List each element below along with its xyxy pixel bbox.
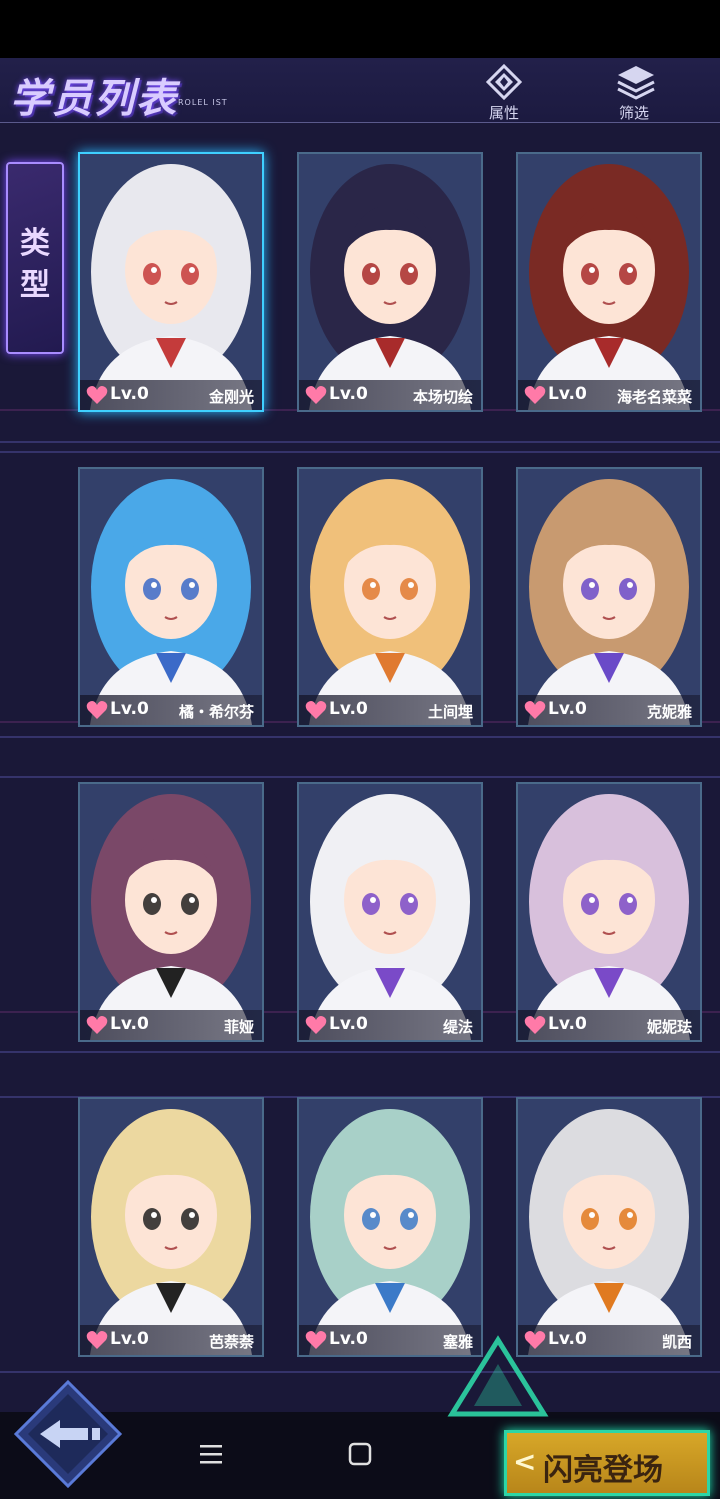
student-card-info-bar: Lv.0 缇法 (299, 1010, 481, 1040)
student-level: Lv.0 (329, 1329, 368, 1349)
student-level: Lv.0 (110, 1014, 149, 1034)
student-card[interactable]: Lv.0 金刚光 (78, 152, 264, 412)
student-card[interactable]: Lv.0 橘・希尔芬 (78, 467, 264, 727)
heart-icon (524, 386, 546, 404)
student-name: 金刚光 (208, 388, 254, 406)
student-card[interactable]: Lv.0 凯西 (516, 1097, 702, 1357)
student-name: 芭萘萘 (208, 1333, 254, 1351)
student-card[interactable]: Lv.0 克妮雅 (516, 467, 702, 727)
flash-debut-label: 闪亮登场 (543, 1453, 663, 1488)
glow-triangle-decoration (447, 1335, 549, 1417)
student-level: Lv.0 (329, 1014, 368, 1034)
student-level: Lv.0 (548, 699, 587, 719)
student-card[interactable]: Lv.0 塞雅 (297, 1097, 483, 1357)
heart-icon (524, 1016, 546, 1034)
page-title: 学员列表 (10, 76, 178, 122)
student-level: Lv.0 (329, 384, 368, 404)
filter-button[interactable]: 筛选 (604, 62, 664, 122)
heart-icon (86, 1331, 108, 1349)
student-name: 橘・希尔芬 (178, 703, 254, 721)
student-card[interactable]: Lv.0 菲娅 (78, 782, 264, 1042)
student-card[interactable]: Lv.0 缇法 (297, 782, 483, 1042)
type-tab-char-2: 型 (20, 268, 50, 303)
heart-icon (524, 701, 546, 719)
filter-label: 筛选 (618, 104, 649, 122)
student-portrait (299, 469, 481, 725)
student-level: Lv.0 (110, 1329, 149, 1349)
student-portrait (518, 154, 700, 410)
student-portrait (80, 154, 262, 410)
student-card[interactable]: Lv.0 海老名菜菜 (516, 152, 702, 412)
heart-icon (305, 1331, 327, 1349)
student-level: Lv.0 (548, 1329, 587, 1349)
recent-apps-icon[interactable] (198, 1442, 224, 1466)
student-portrait (518, 784, 700, 1040)
student-name: 凯西 (661, 1333, 692, 1351)
chevron-left-icon: < (513, 1445, 537, 1478)
student-portrait (80, 1099, 262, 1355)
type-tab-char-1: 类 (20, 226, 50, 261)
back-button[interactable] (12, 1378, 124, 1490)
heart-icon (86, 386, 108, 404)
student-card-info-bar: Lv.0 妮妮珐 (518, 1010, 700, 1040)
attribute-icon (486, 64, 522, 100)
student-level: Lv.0 (110, 384, 149, 404)
student-name: 土间埋 (427, 703, 473, 721)
student-card[interactable]: Lv.0 妮妮珐 (516, 782, 702, 1042)
heart-icon (86, 1016, 108, 1034)
attribute-button[interactable]: 属性 (474, 62, 534, 122)
student-card-info-bar: Lv.0 橘・希尔芬 (80, 695, 262, 725)
student-card[interactable]: Lv.0 芭萘萘 (78, 1097, 264, 1357)
status-bar (0, 0, 720, 58)
student-card-info-bar: Lv.0 海老名菜菜 (518, 380, 700, 410)
student-card[interactable]: Lv.0 本场切绘 (297, 152, 483, 412)
heart-icon (86, 701, 108, 719)
student-name: 海老名菜菜 (616, 388, 692, 406)
layers-icon (617, 66, 655, 100)
attribute-label: 属性 (488, 104, 519, 122)
page-subtitle: ROLEL IST (178, 98, 228, 107)
student-level: Lv.0 (548, 384, 587, 404)
student-name: 菲娅 (223, 1018, 254, 1036)
student-card-info-bar: Lv.0 菲娅 (80, 1010, 262, 1040)
home-icon[interactable] (348, 1442, 372, 1466)
student-card-info-bar: Lv.0 克妮雅 (518, 695, 700, 725)
student-card-info-bar: Lv.0 本场切绘 (299, 380, 481, 410)
student-level: Lv.0 (548, 1014, 587, 1034)
student-card-info-bar: Lv.0 金刚光 (80, 380, 262, 410)
student-portrait (299, 784, 481, 1040)
student-portrait (299, 1099, 481, 1355)
flash-debut-plate: < 闪亮登场 (504, 1430, 710, 1496)
heart-icon (305, 386, 327, 404)
student-name: 妮妮珐 (646, 1018, 692, 1036)
student-name: 克妮雅 (646, 703, 692, 721)
flash-debut-button[interactable]: < 闪亮登场 (494, 1420, 720, 1499)
student-portrait (518, 1099, 700, 1355)
student-portrait (80, 784, 262, 1040)
student-level: Lv.0 (110, 699, 149, 719)
student-portrait (518, 469, 700, 725)
student-card-info-bar: Lv.0 土间埋 (299, 695, 481, 725)
student-portrait (299, 154, 481, 410)
type-filter-tab[interactable]: 类 型 (6, 162, 64, 354)
heart-icon (305, 1016, 327, 1034)
heart-icon (305, 701, 327, 719)
student-card-info-bar: Lv.0 芭萘萘 (80, 1325, 262, 1355)
student-portrait (80, 469, 262, 725)
student-name: 本场切绘 (412, 388, 473, 406)
student-name: 缇法 (442, 1018, 473, 1036)
student-level: Lv.0 (329, 699, 368, 719)
student-card[interactable]: Lv.0 土间埋 (297, 467, 483, 727)
